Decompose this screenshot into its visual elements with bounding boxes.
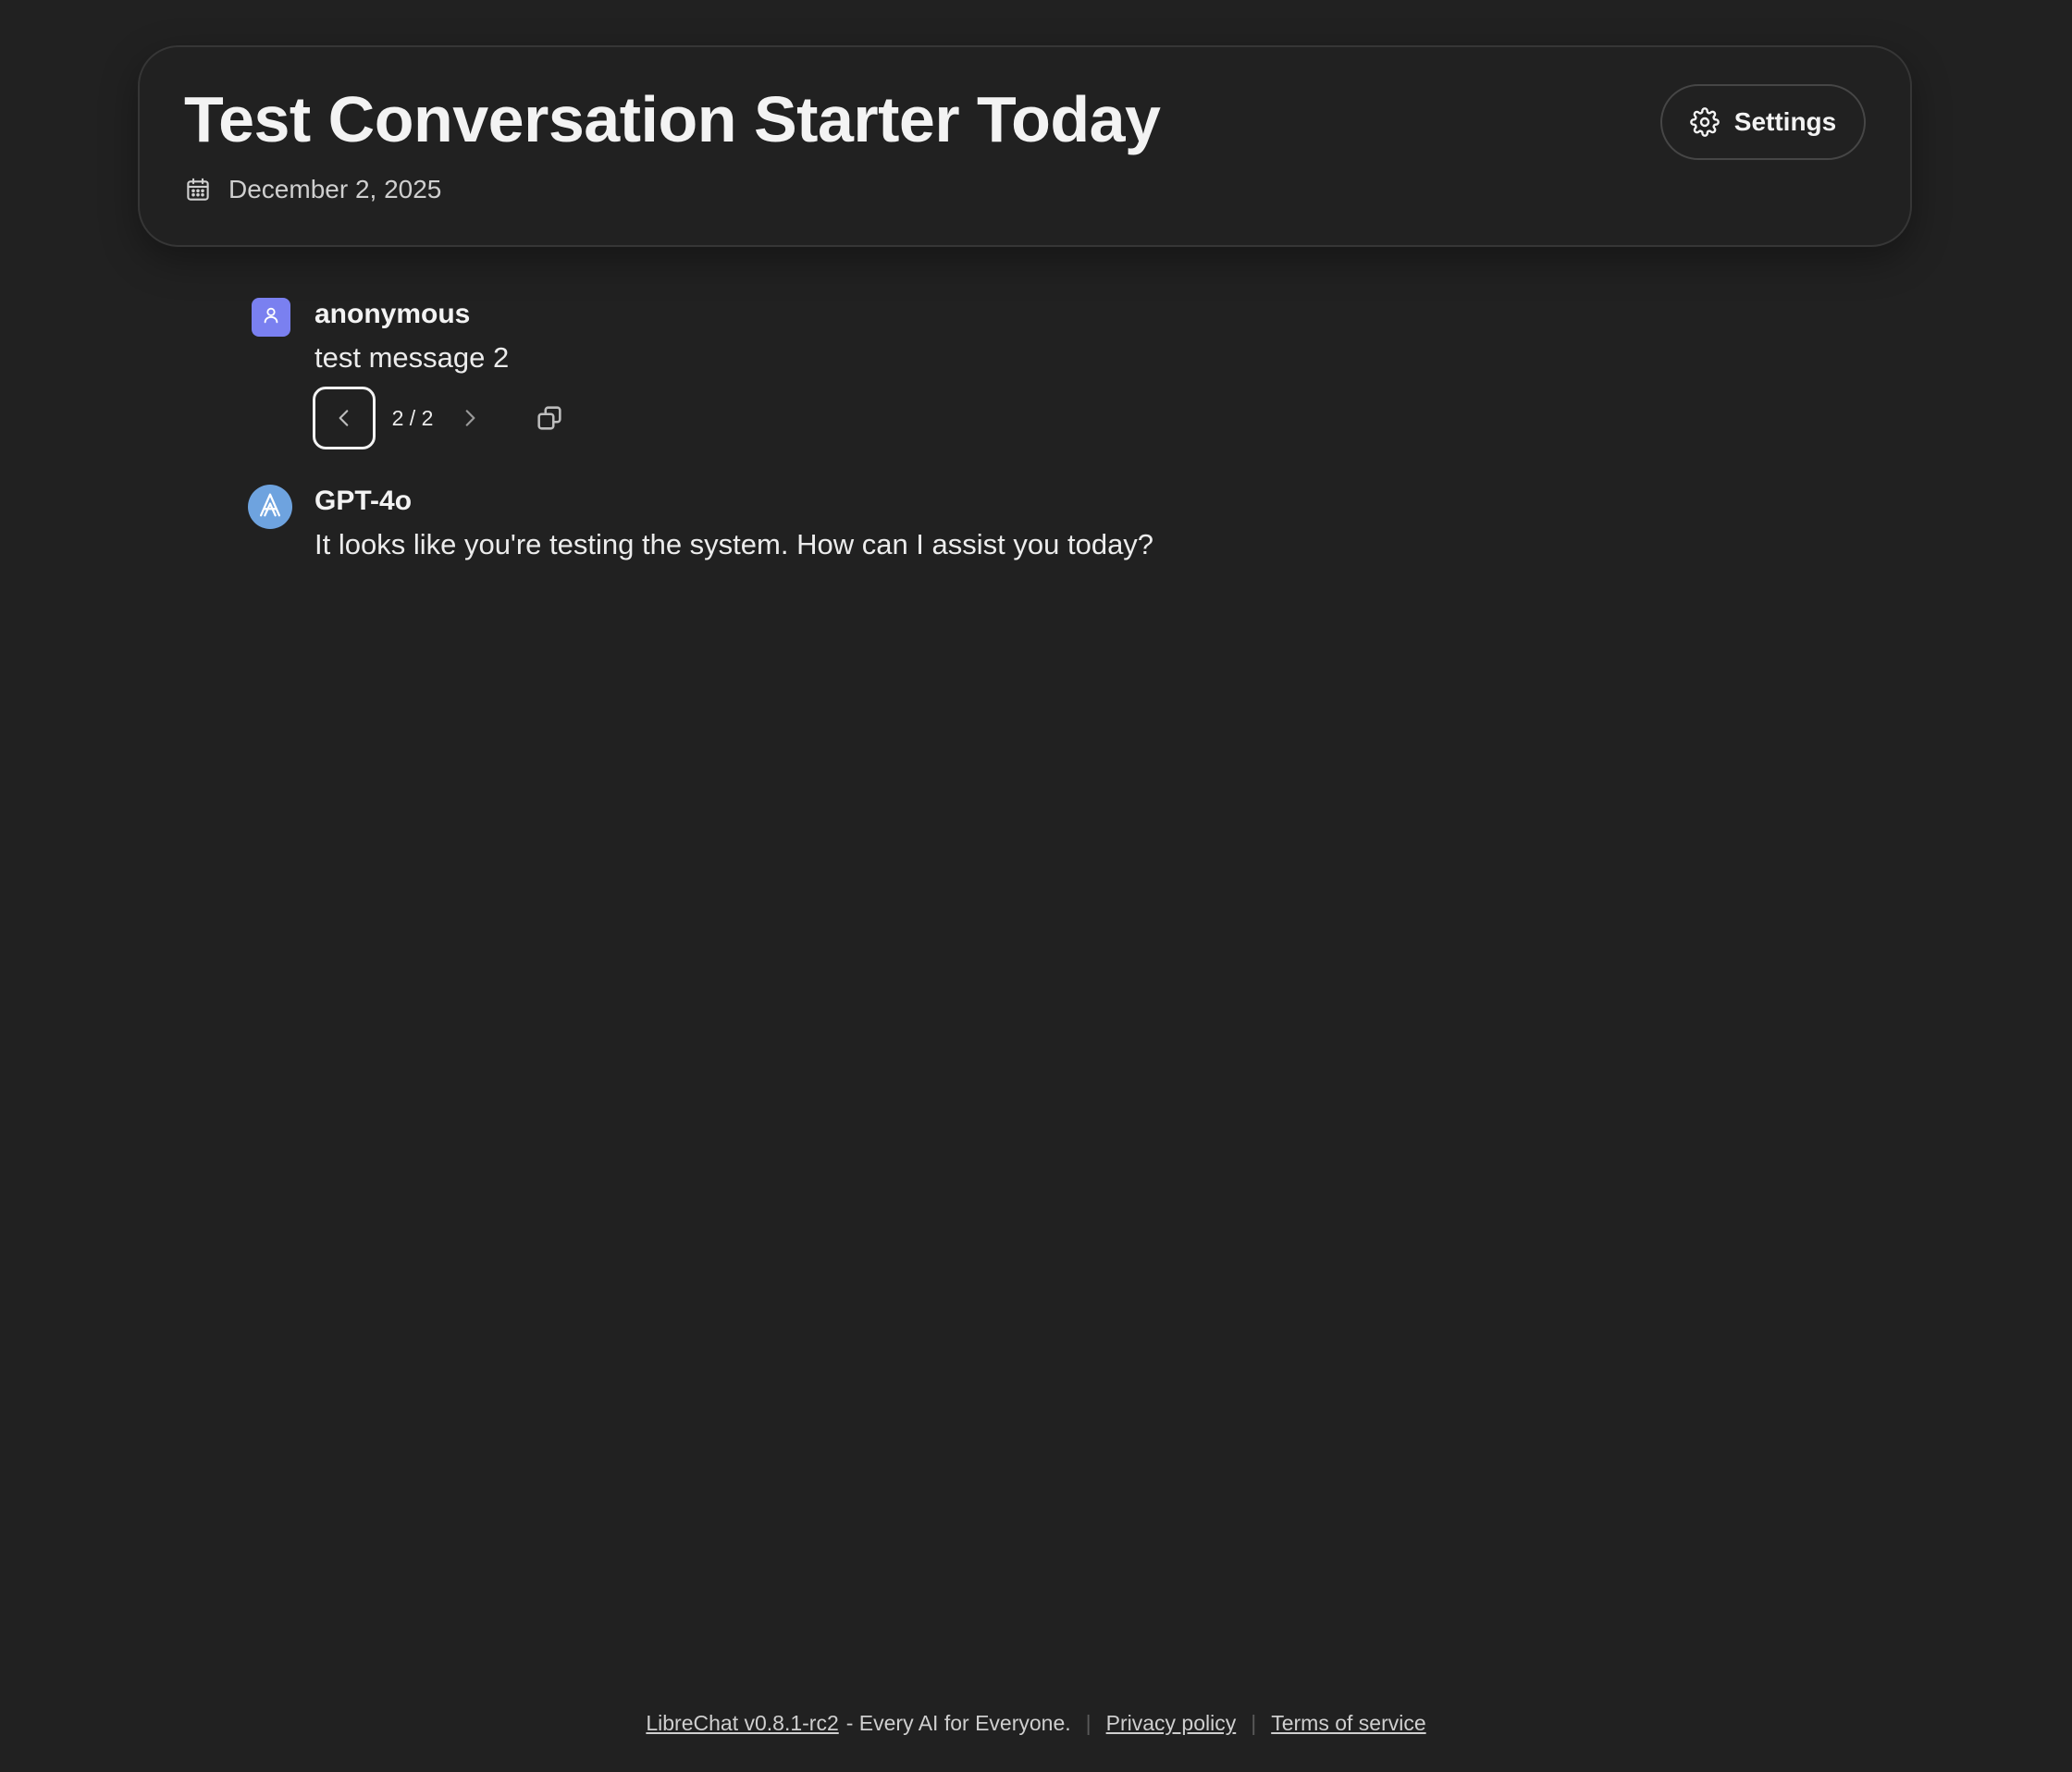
conversation-header: Test Conversation Starter Today December… — [138, 45, 1912, 247]
user-icon — [261, 305, 281, 330]
shared-conversation-page: Test Conversation Starter Today December… — [0, 0, 2072, 1772]
copy-button[interactable] — [529, 398, 570, 438]
avatar — [252, 298, 290, 337]
message-content: GPT-4o It looks like you're testing the … — [314, 485, 1153, 562]
footer-tagline: - Every AI for Everyone. — [845, 1711, 1071, 1735]
version-link[interactable]: LibreChat v0.8.1-rc2 — [646, 1711, 838, 1736]
calendar-icon — [184, 176, 212, 203]
message-assistant: GPT-4o It looks like you're testing the … — [248, 485, 1153, 560]
message-text: test message 2 — [314, 341, 510, 374]
privacy-policy-link[interactable]: Privacy policy — [1106, 1711, 1237, 1736]
chevron-right-icon — [458, 406, 482, 430]
chevron-left-icon — [332, 406, 356, 430]
avatar — [248, 485, 292, 529]
conversation-date: December 2, 2025 — [184, 175, 441, 204]
message-user: anonymous test message 2 2 / 2 — [248, 298, 561, 449]
footer-divider: | — [1251, 1711, 1257, 1735]
message-content: anonymous test message 2 — [314, 298, 509, 375]
terms-of-service-link[interactable]: Terms of service — [1271, 1711, 1425, 1736]
message-actions: 2 / 2 — [313, 387, 570, 449]
page-title: Test Conversation Starter Today — [184, 83, 1161, 155]
settings-label: Settings — [1733, 107, 1837, 136]
sibling-counter: 2 / 2 — [391, 405, 434, 430]
openai-logo-icon — [254, 489, 286, 525]
copy-icon — [534, 402, 565, 434]
footer: LibreChat v0.8.1-rc2 - Every AI for Ever… — [0, 1711, 2072, 1736]
sender-name: anonymous — [314, 299, 471, 329]
next-sibling-button[interactable] — [450, 398, 490, 438]
settings-button[interactable]: Settings — [1660, 84, 1866, 160]
message-text: It looks like you're testing the system.… — [314, 528, 1154, 560]
footer-divider: | — [1085, 1711, 1092, 1735]
gear-icon — [1689, 107, 1720, 137]
date-text: December 2, 2025 — [228, 175, 442, 203]
previous-sibling-button[interactable] — [313, 387, 376, 449]
sender-name: GPT-4o — [314, 486, 413, 516]
